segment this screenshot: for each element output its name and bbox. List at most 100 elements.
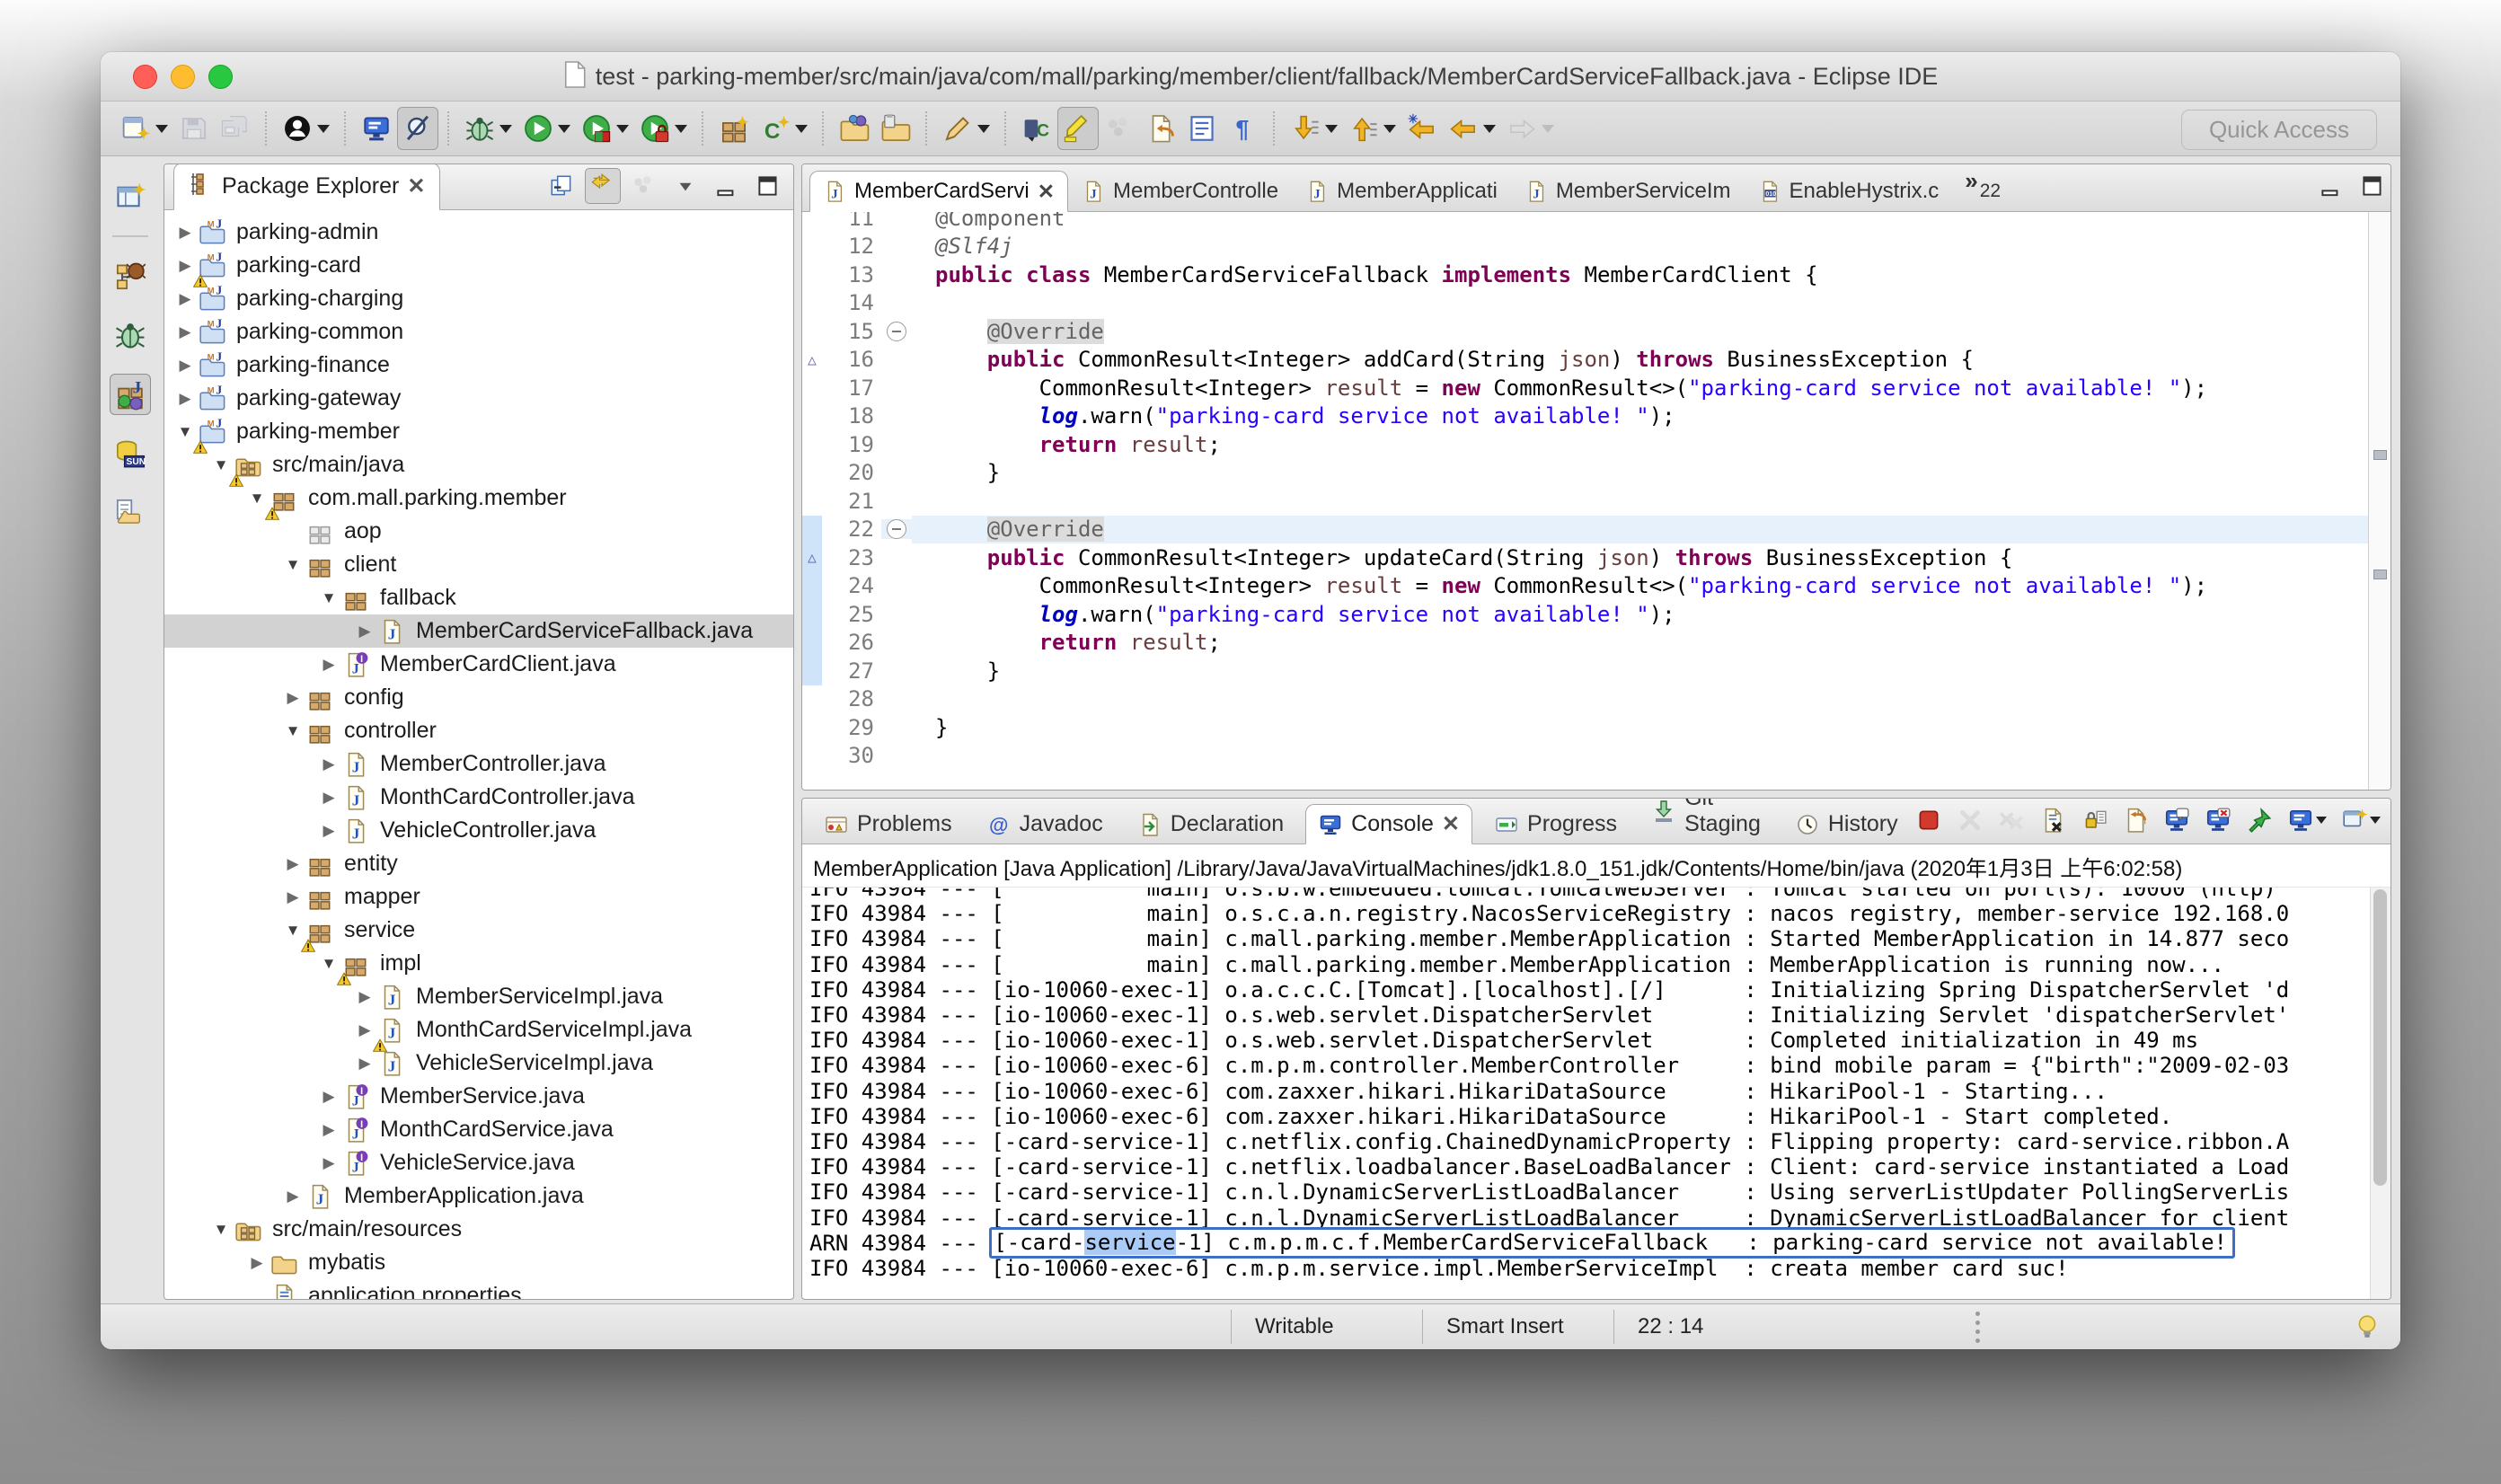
tree-item[interactable]: ▶config	[164, 681, 793, 714]
debug-button[interactable]	[459, 107, 517, 150]
fold-collapse-icon[interactable]	[887, 322, 906, 341]
code-line[interactable]: 30	[802, 742, 2391, 771]
expand-arrow-icon[interactable]: ▶	[172, 323, 199, 341]
next-annotation-button[interactable]	[1285, 107, 1343, 150]
tree-item[interactable]: ▶mybatis	[164, 1246, 793, 1279]
editor-tab-membercardservi[interactable]: JMemberCardServi✕	[809, 171, 1068, 212]
tree-item[interactable]: aop	[164, 515, 793, 548]
code-line[interactable]: 12@Slf4j	[802, 233, 2391, 261]
save-all-button[interactable]	[215, 107, 256, 150]
expand-arrow-icon[interactable]: ▶	[172, 224, 199, 242]
code-line[interactable]: △16 public CommonResult<Integer> addCard…	[802, 346, 2391, 375]
search-button[interactable]	[937, 107, 995, 150]
expand-arrow-icon[interactable]: ▶	[315, 656, 342, 674]
tree-item[interactable]: ▶JMparking-card	[164, 249, 793, 282]
code-line[interactable]: 26 return result;	[802, 629, 2391, 658]
back-button[interactable]	[1443, 107, 1501, 150]
code-line[interactable]: 22 @Override	[802, 516, 2391, 544]
show-stderr-button[interactable]	[2200, 802, 2236, 838]
tree-item[interactable]: ▶JMonthCardServiceImpl.java	[164, 1013, 793, 1047]
zoom-window-button[interactable]	[208, 65, 233, 89]
editor-tab-membercontrolle[interactable]: JMemberControlle	[1068, 171, 1292, 212]
show-whitespace-button[interactable]	[1181, 107, 1223, 150]
tree-item[interactable]: ▼controller	[164, 714, 793, 747]
expand-arrow-icon[interactable]: ▶	[172, 290, 199, 308]
account-button[interactable]	[277, 107, 335, 150]
tree-item[interactable]: ▼src/main/resources	[164, 1213, 793, 1246]
code-line[interactable]: 25 log.warn("parking-card service not av…	[802, 600, 2391, 629]
collapse-all-button[interactable]	[544, 168, 579, 204]
tree-item[interactable]: ▶JMparking-finance	[164, 349, 793, 382]
open-console-button[interactable]: ✦	[2337, 802, 2385, 838]
expand-arrow-icon[interactable]: ▶	[279, 888, 306, 906]
lightbulb-icon[interactable]	[2354, 1304, 2381, 1349]
code-line[interactable]: 27 }	[802, 657, 2391, 685]
editor-tab-enablehystrix.c[interactable]: 010EnableHystrix.c	[1745, 171, 1953, 212]
minimize-window-button[interactable]	[171, 65, 195, 89]
code-line[interactable]: 13public class MemberCardServiceFallback…	[802, 261, 2391, 289]
code-line[interactable]: 11@Component	[802, 212, 2391, 233]
console-view-tab-history[interactable]: History	[1782, 804, 1911, 844]
mark-occurrences-button[interactable]	[1057, 107, 1099, 150]
new-java-class-button[interactable]: C✦	[755, 107, 813, 150]
debug-perspective-button[interactable]	[110, 314, 151, 356]
link-with-editor-button[interactable]	[585, 168, 621, 204]
code-line[interactable]: 24 CommonResult<Integer> result = new Co…	[802, 572, 2391, 601]
code-line[interactable]: 19 return result;	[802, 430, 2391, 459]
tree-item[interactable]: ▶JMparking-charging	[164, 282, 793, 315]
console-view-tab-javadoc[interactable]: @Javadoc	[974, 804, 1116, 844]
maximize-button[interactable]	[2355, 168, 2391, 204]
tree-item[interactable]: ▶JIMemberService.java	[164, 1080, 793, 1113]
expand-arrow-icon[interactable]: ▶	[315, 1154, 342, 1172]
show-pilcrow-button[interactable]: ¶	[1223, 107, 1264, 150]
tree-item[interactable]: ▼client	[164, 548, 793, 581]
tree-item[interactable]: application.properties	[164, 1279, 793, 1299]
save-button[interactable]	[173, 107, 215, 150]
tree-item[interactable]: ▶JVehicleController.java	[164, 814, 793, 847]
console-view-tab-declaration[interactable]: Declaration	[1125, 804, 1296, 844]
close-window-button[interactable]	[133, 65, 157, 89]
new-wizard-button[interactable]: ✦	[115, 107, 173, 150]
next-edit-button[interactable]	[1140, 107, 1181, 150]
tree-item[interactable]: ▶JIVehicleService.java	[164, 1146, 793, 1179]
scroll-lock-button[interactable]	[2076, 802, 2112, 838]
display-console-button[interactable]	[2283, 802, 2331, 838]
tab-overflow-chevron[interactable]: »22	[1952, 172, 2013, 211]
toggle-occurrences-button[interactable]	[397, 107, 438, 150]
expand-arrow-icon[interactable]: ▶	[279, 1188, 306, 1206]
overview-marker[interactable]	[2373, 450, 2387, 460]
tree-item[interactable]: ▶JMparking-common	[164, 315, 793, 349]
tree-item[interactable]: ▼src/main/java	[164, 448, 793, 481]
close-icon[interactable]: ✕	[407, 173, 425, 199]
overview-marker[interactable]	[2373, 570, 2387, 579]
show-stdout-button[interactable]	[2159, 802, 2195, 838]
java-perspective-button[interactable]: J	[110, 374, 151, 415]
expand-arrow-icon[interactable]: ▶	[315, 789, 342, 807]
tree-item[interactable]: ▼fallback	[164, 581, 793, 614]
collapse-arrow-icon[interactable]: ▼	[208, 1221, 234, 1239]
team-perspective-button[interactable]	[110, 255, 151, 296]
open-type-button[interactable]: C	[1016, 107, 1057, 150]
expand-arrow-icon[interactable]: ▶	[243, 1254, 270, 1272]
profile-button[interactable]	[634, 107, 693, 150]
expand-arrow-icon[interactable]: ▶	[172, 390, 199, 408]
expand-arrow-icon[interactable]: ▶	[279, 855, 306, 873]
tree-item[interactable]: ▼impl	[164, 947, 793, 980]
close-view-icon[interactable]: ✕	[1442, 811, 1460, 837]
code-line[interactable]: 17 CommonResult<Integer> result = new Co…	[802, 374, 2391, 402]
resource-perspective-button[interactable]	[110, 492, 151, 534]
code-line[interactable]: 14	[802, 289, 2391, 318]
tree-item[interactable]: ▶JMemberController.java	[164, 747, 793, 781]
minimize-button[interactable]	[709, 168, 745, 204]
tree-item[interactable]: ▼service	[164, 914, 793, 947]
code-line[interactable]: △23 public CommonResult<Integer> updateC…	[802, 543, 2391, 572]
console-view-tab-progress[interactable]: Progress	[1481, 804, 1630, 844]
remove-launch-button[interactable]	[1952, 802, 1988, 838]
open-perspective-button[interactable]: ✦	[110, 176, 151, 217]
tree-item[interactable]: ▶JMemberCardServiceFallback.java	[164, 614, 793, 648]
new-java-project-button[interactable]: ✦	[713, 107, 755, 150]
tree-item[interactable]: ▶JIMemberCardClient.java	[164, 648, 793, 681]
tree-item[interactable]: ▶JIMonthCardService.java	[164, 1113, 793, 1146]
maximize-button[interactable]	[750, 168, 786, 204]
expand-arrow-icon[interactable]: ▶	[351, 988, 378, 1006]
